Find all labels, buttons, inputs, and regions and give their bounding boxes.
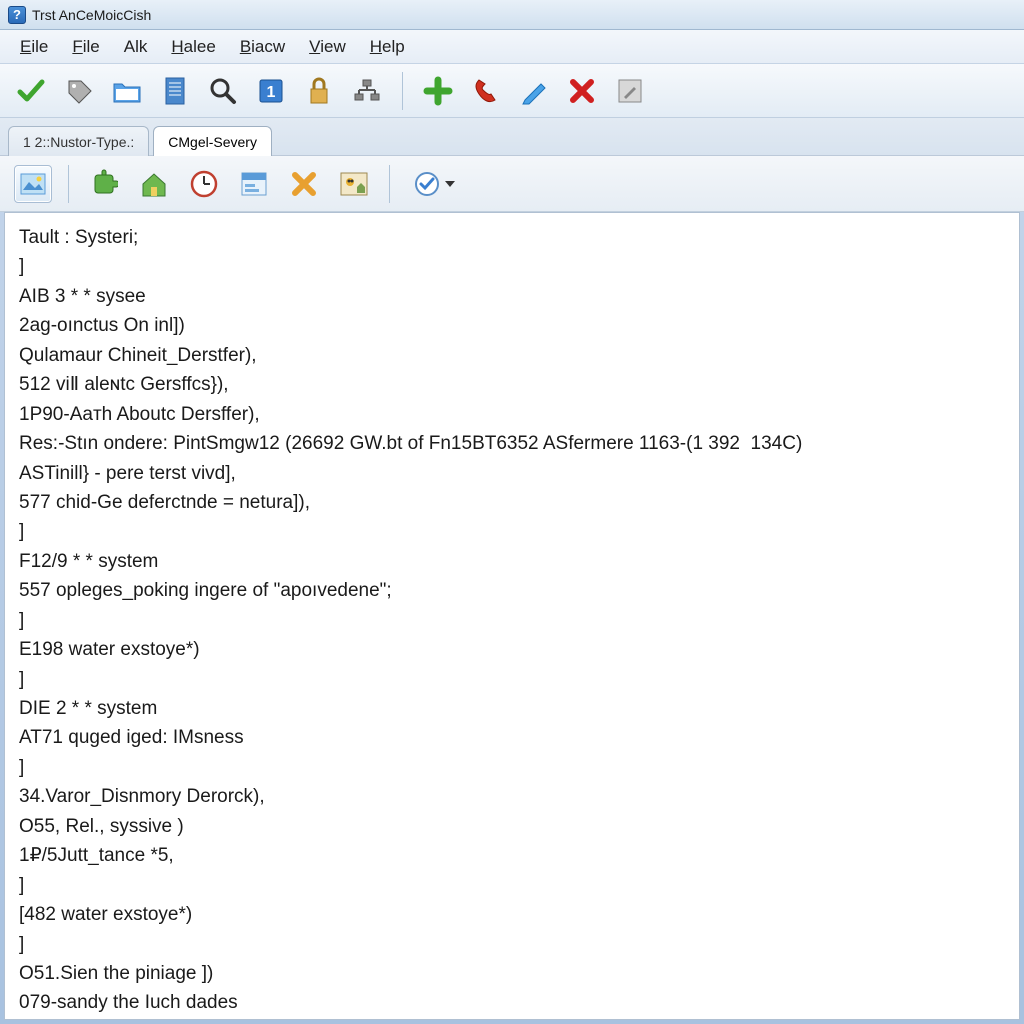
tab-cmgel-severy[interactable]: CMgel-Severy xyxy=(153,126,272,156)
phone-icon[interactable] xyxy=(469,74,503,108)
toolbar-separator xyxy=(402,72,403,110)
document-icon[interactable] xyxy=(158,74,192,108)
panel-icon[interactable] xyxy=(235,165,273,203)
dropdown-caret-icon xyxy=(445,181,455,187)
menu-file[interactable]: File xyxy=(62,33,109,61)
check-circle-icon[interactable] xyxy=(406,165,462,203)
editor-content[interactable]: Tault : Systeri; ] AIB 3 * * sysee 2ag-o… xyxy=(4,212,1020,1020)
menu-biacw[interactable]: Biacw xyxy=(230,33,295,61)
network-icon[interactable] xyxy=(350,74,384,108)
secondary-toolbar xyxy=(0,156,1024,212)
search-icon[interactable] xyxy=(206,74,240,108)
main-toolbar: 1 xyxy=(0,64,1024,118)
pencil-icon[interactable] xyxy=(517,74,551,108)
menu-halee[interactable]: Halee xyxy=(161,33,225,61)
plugin-icon[interactable] xyxy=(85,165,123,203)
cross-icon[interactable] xyxy=(285,165,323,203)
one-icon[interactable]: 1 xyxy=(254,74,288,108)
folder-icon[interactable] xyxy=(110,74,144,108)
tag-icon[interactable] xyxy=(62,74,96,108)
menu-eile[interactable]: Eile xyxy=(10,33,58,61)
edit-box-icon[interactable] xyxy=(613,74,647,108)
titlebar: ? Trst AnCeMoicCish xyxy=(0,0,1024,30)
window-title: Trst AnCeMoicCish xyxy=(32,7,151,23)
clock-icon[interactable] xyxy=(185,165,223,203)
menu-view[interactable]: View xyxy=(299,33,356,61)
picture-icon[interactable] xyxy=(335,165,373,203)
svg-text:1: 1 xyxy=(267,84,276,101)
menubar: Eile File Alk Halee Biacw View Help xyxy=(0,30,1024,64)
app-icon: ? xyxy=(8,6,26,24)
toolbar2-separator-2 xyxy=(389,165,390,203)
delete-icon[interactable] xyxy=(565,74,599,108)
plus-icon[interactable] xyxy=(421,74,455,108)
house-icon[interactable] xyxy=(135,165,173,203)
image-edit-icon[interactable] xyxy=(14,165,52,203)
menu-help[interactable]: Help xyxy=(360,33,415,61)
toolbar2-separator xyxy=(68,165,69,203)
menu-alk[interactable]: Alk xyxy=(114,33,158,61)
tab-strip: 1 2::Nustor-Type.: CMgel-Severy xyxy=(0,118,1024,156)
tab-nustor-type[interactable]: 1 2::Nustor-Type.: xyxy=(8,126,149,156)
check-icon[interactable] xyxy=(14,74,48,108)
lock-icon[interactable] xyxy=(302,74,336,108)
